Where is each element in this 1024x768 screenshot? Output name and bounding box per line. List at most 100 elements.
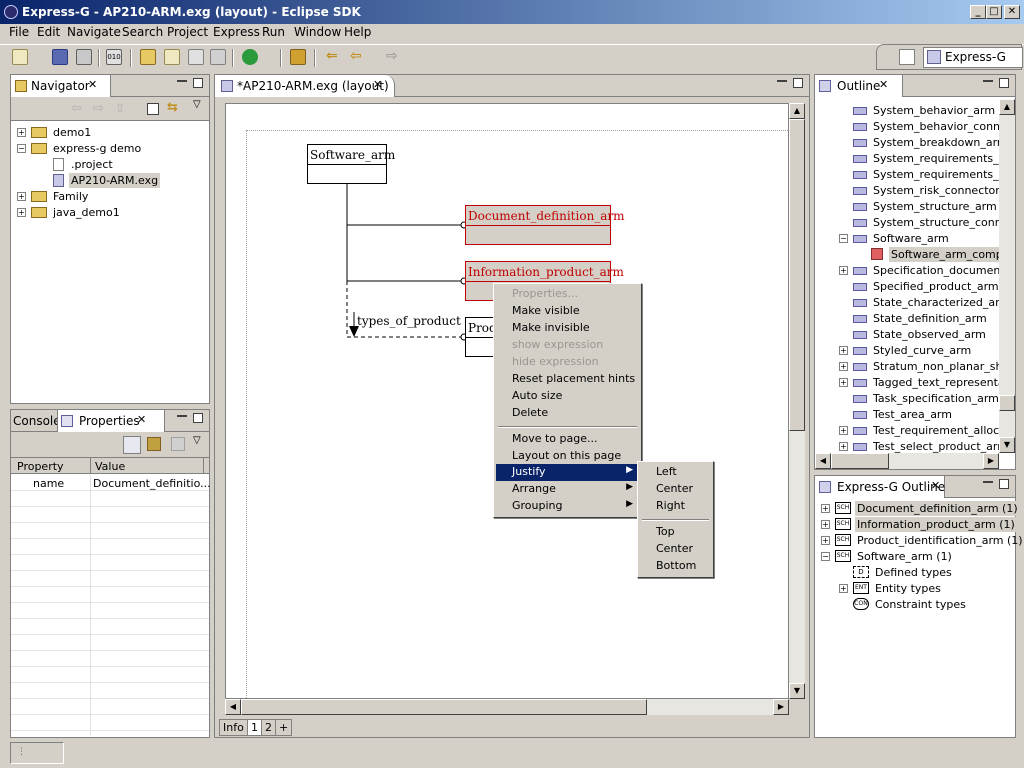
property-value[interactable]: Document_definitio... (93, 477, 211, 490)
save-icon[interactable] (52, 49, 68, 65)
expand-icon[interactable]: + (839, 442, 848, 451)
menu-window[interactable]: Window (294, 25, 341, 39)
restore-default-icon[interactable] (171, 437, 185, 451)
expand-icon[interactable]: + (17, 192, 26, 201)
minimize-view-icon[interactable] (983, 78, 993, 82)
outline-item[interactable]: + Stratum_non_planar_sha (837, 359, 999, 375)
open-perspective-icon[interactable] (899, 49, 915, 65)
close-icon[interactable]: ✕ (931, 479, 940, 492)
tab-info[interactable]: Info (219, 719, 248, 736)
print-icon[interactable] (76, 49, 92, 65)
binary-icon[interactable]: 010 (106, 49, 122, 65)
back-icon[interactable]: ⇦ (71, 101, 82, 116)
outline-title[interactable]: Outline (837, 79, 880, 93)
vertical-scrollbar[interactable]: ▲ ▼ (789, 103, 805, 699)
tree-item-family[interactable]: + Family (15, 189, 165, 205)
collapse-icon[interactable]: − (17, 144, 26, 153)
submenu-item-center-vertical[interactable]: Center (640, 541, 711, 558)
new-icon[interactable] (12, 49, 28, 65)
menu-edit[interactable]: Edit (37, 25, 60, 39)
scroll-down-icon[interactable]: ▼ (789, 683, 805, 699)
scroll-thumb[interactable] (831, 453, 889, 469)
outline-item[interactable]: + Test_select_product_arm (837, 439, 999, 453)
outline-item[interactable]: State_characterized_arm (837, 295, 999, 311)
entity-document-definition-arm[interactable]: Document_definition_arm (465, 205, 625, 245)
menu-item-move-to-page[interactable]: Move to page... (496, 431, 639, 448)
menu-item-reset-placement-hints[interactable]: Reset placement hints (496, 371, 639, 388)
menu-item-make-visible[interactable]: Make visible (496, 303, 639, 320)
submenu-item-bottom[interactable]: Bottom (640, 558, 711, 575)
forward-icon[interactable]: ⇨ (93, 101, 104, 116)
tree-item-demo1[interactable]: + demo1 (15, 125, 165, 141)
menu-file[interactable]: File (9, 25, 29, 39)
scroll-thumb[interactable] (999, 395, 1015, 411)
pencil-icon[interactable] (290, 49, 306, 65)
minimize-button[interactable]: _ (970, 5, 986, 19)
menu-item-layout-on-this-page[interactable]: Layout on this page (496, 448, 639, 465)
outline-item[interactable]: + Test_requirement_allocat (837, 423, 999, 439)
scroll-thumb[interactable] (241, 699, 647, 715)
menu-item-grouping[interactable]: Grouping ▶ (496, 498, 639, 515)
page-icon[interactable] (188, 49, 204, 65)
menu-item-delete[interactable]: Delete (496, 405, 639, 422)
tab-page-2[interactable]: 2 (261, 719, 276, 736)
menu-run[interactable]: Run (262, 25, 285, 39)
expand-icon[interactable]: + (839, 266, 848, 275)
column-value[interactable]: Value (95, 460, 125, 473)
collapse-icon[interactable]: − (821, 552, 830, 561)
outline-item[interactable]: State_definition_arm (837, 311, 999, 327)
perspective-label[interactable]: Express-G (945, 50, 1006, 64)
horizontal-scrollbar[interactable]: ◀ ▶ (225, 699, 789, 715)
collapse-all-icon[interactable] (147, 103, 159, 115)
column-property[interactable]: Property (17, 460, 64, 473)
outline-item[interactable]: Test_area_arm (837, 407, 999, 423)
submenu-item-right[interactable]: Right (640, 498, 711, 515)
schema-item-information-product-arm[interactable]: + SCH Information_product_arm (1) (819, 517, 1017, 533)
menu-navigate[interactable]: Navigate (67, 25, 121, 39)
tab-console[interactable]: Console (13, 414, 61, 428)
submenu-item-center-horizontal[interactable]: Center (640, 481, 711, 498)
outline-item[interactable]: System_structure_arm (837, 199, 999, 215)
status-bar-fastview[interactable]: ⋮ (10, 742, 64, 764)
scroll-thumb[interactable] (789, 119, 805, 431)
menu-item-show-expression[interactable]: show expression (496, 337, 639, 354)
minimize-view-icon[interactable] (177, 413, 187, 417)
expand-icon[interactable]: + (839, 362, 848, 371)
maximize-button[interactable]: □ (986, 5, 1002, 19)
outline-item[interactable]: System_risk_connector_a (837, 183, 999, 199)
close-button[interactable]: ✕ (1004, 5, 1020, 19)
expand-icon[interactable]: + (17, 128, 26, 137)
tree-item-express-g-demo[interactable]: − express-g demo (15, 141, 165, 157)
scroll-down-icon[interactable]: ▼ (999, 437, 1015, 453)
outline-item[interactable]: Specified_product_arm (837, 279, 999, 295)
tab-add-page[interactable]: + (275, 719, 293, 736)
menu-express[interactable]: Express (213, 25, 260, 39)
scroll-left-icon[interactable]: ◀ (225, 699, 241, 715)
minimize-view-icon[interactable] (983, 479, 993, 483)
menu-item-justify[interactable]: Justify ▶ (496, 464, 639, 481)
expand-icon[interactable]: + (839, 346, 848, 355)
submenu-item-top[interactable]: Top (640, 524, 711, 541)
maximize-view-icon[interactable] (999, 78, 1009, 88)
expand-icon[interactable]: + (821, 520, 830, 529)
scroll-right-icon[interactable]: ▶ (773, 699, 789, 715)
new-file-icon[interactable] (164, 49, 180, 65)
link-with-editor-icon[interactable]: ⇆ (167, 100, 178, 115)
copy-icon[interactable] (210, 49, 226, 65)
outline-item[interactable]: Software_arm_comple (855, 247, 999, 263)
scroll-left-icon[interactable]: ◀ (815, 453, 831, 469)
up-icon[interactable]: ⇧ (115, 101, 125, 115)
expand-icon[interactable]: + (839, 426, 848, 435)
submenu-item-left[interactable]: Left (640, 464, 711, 481)
schema-item-product-identification-arm[interactable]: + SCH Product_identification_arm (1) (819, 533, 1023, 549)
outline-item[interactable]: − Software_arm (837, 231, 999, 247)
expand-icon[interactable]: + (821, 536, 830, 545)
maximize-view-icon[interactable] (193, 78, 203, 88)
expand-icon[interactable]: + (839, 584, 848, 593)
perspective-switcher[interactable]: Express-G (876, 44, 1023, 70)
close-icon[interactable]: ✕ (137, 413, 146, 426)
filter-icon[interactable] (147, 437, 161, 451)
expand-icon[interactable]: + (17, 208, 26, 217)
entity-software-arm[interactable]: Software_arm (307, 144, 395, 184)
back-icon[interactable]: ⇦ (350, 49, 366, 65)
